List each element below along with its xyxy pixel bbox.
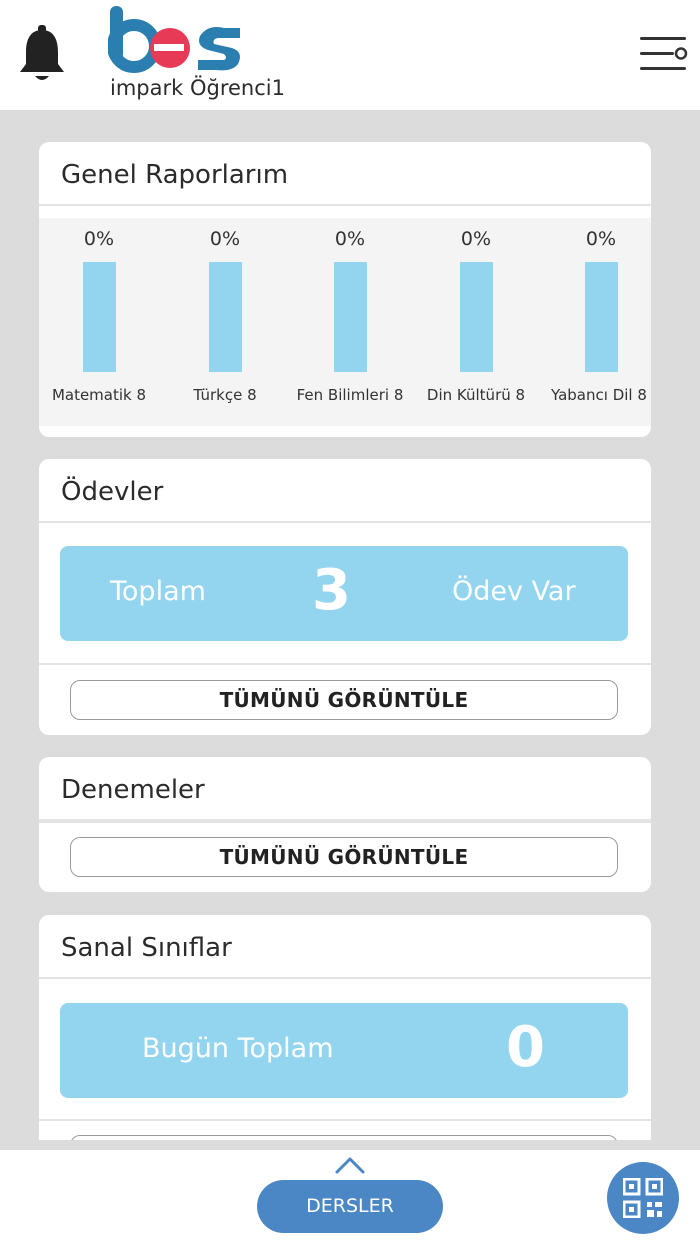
chevron-up-icon[interactable] bbox=[334, 1154, 366, 1176]
exams-card: Denemeler TÜMÜNÜ GÖRÜNTÜLE bbox=[39, 757, 651, 892]
report-bar-percent: 0% bbox=[334, 228, 366, 250]
virtual-classes-summary-panel[interactable]: Bugün Toplam 0 bbox=[60, 1003, 628, 1098]
report-bar-label: Yabancı Dil 8 bbox=[551, 386, 647, 404]
qr-scan-button[interactable] bbox=[607, 1162, 679, 1234]
virtual-classes-card: Sanal Sınıflar Bugün Toplam 0 bbox=[39, 915, 651, 1140]
exams-title: Denemeler bbox=[39, 757, 651, 821]
report-bar[interactable]: 0% Türkçe 8 bbox=[165, 218, 285, 426]
report-bar-percent: 0% bbox=[83, 228, 115, 250]
homework-card: Ödevler Toplam 3 Ödev Var TÜMÜNÜ GÖRÜNTÜ… bbox=[39, 459, 651, 735]
report-bar-percent: 0% bbox=[585, 228, 617, 250]
report-bar-label: Fen Bilimleri 8 bbox=[296, 386, 404, 404]
report-bar[interactable]: 0% Fen Bilimleri 8 bbox=[290, 218, 410, 426]
report-bar-label: Matematik 8 bbox=[51, 386, 147, 404]
virtual-classes-title: Sanal Sınıflar bbox=[39, 915, 651, 979]
homework-suffix-label: Ödev Var bbox=[452, 576, 576, 607]
virtual-classes-view-all-button[interactable] bbox=[70, 1135, 618, 1140]
app-header: impark Öğrenci1 bbox=[0, 0, 700, 110]
reports-title: Genel Raporlarım bbox=[39, 142, 651, 206]
homework-count: 3 bbox=[312, 558, 351, 623]
report-bar[interactable]: 0% Matematik 8 bbox=[39, 218, 159, 426]
report-bar-fill bbox=[460, 262, 493, 372]
report-bar-label: Din Kültürü 8 bbox=[426, 386, 526, 404]
report-bar[interactable]: 0% Yabancı Dil 8 bbox=[541, 218, 651, 426]
homework-total-label: Toplam bbox=[110, 576, 206, 607]
reports-bar-chart[interactable]: 0% Matematik 8 0% Türkçe 8 0% Fen Biliml… bbox=[39, 218, 651, 426]
report-bar-fill bbox=[209, 262, 242, 372]
divider bbox=[39, 821, 651, 823]
report-bar-fill bbox=[83, 262, 116, 372]
courses-button[interactable]: DERSLER bbox=[257, 1180, 443, 1233]
exams-view-all-button[interactable]: TÜMÜNÜ GÖRÜNTÜLE bbox=[70, 837, 618, 877]
qr-code-icon bbox=[623, 1178, 663, 1218]
bottom-bar: DERSLER bbox=[0, 1150, 700, 1244]
report-bar[interactable]: 0% Din Kültürü 8 bbox=[416, 218, 536, 426]
divider bbox=[39, 663, 651, 665]
homework-view-all-button[interactable]: TÜMÜNÜ GÖRÜNTÜLE bbox=[70, 680, 618, 720]
report-bar-fill bbox=[585, 262, 618, 372]
bes-logo bbox=[108, 6, 240, 73]
report-bar-fill bbox=[334, 262, 367, 372]
report-bar-percent: 0% bbox=[460, 228, 492, 250]
reports-card: Genel Raporlarım 0% Matematik 8 0% Türkç… bbox=[39, 142, 651, 437]
virtual-classes-count: 0 bbox=[506, 1015, 545, 1080]
homework-summary-panel[interactable]: Toplam 3 Ödev Var bbox=[60, 546, 628, 641]
homework-title: Ödevler bbox=[39, 459, 651, 523]
virtual-classes-total-label: Bugün Toplam bbox=[142, 1033, 334, 1064]
app-name: impark Öğrenci1 bbox=[110, 76, 285, 100]
report-bar-percent: 0% bbox=[209, 228, 241, 250]
divider bbox=[39, 1119, 651, 1121]
menu-icon[interactable] bbox=[638, 34, 690, 74]
dashboard-content[interactable]: Genel Raporlarım 0% Matematik 8 0% Türkç… bbox=[0, 110, 700, 1140]
bell-icon[interactable] bbox=[16, 24, 68, 86]
report-bar-label: Türkçe 8 bbox=[193, 386, 257, 404]
